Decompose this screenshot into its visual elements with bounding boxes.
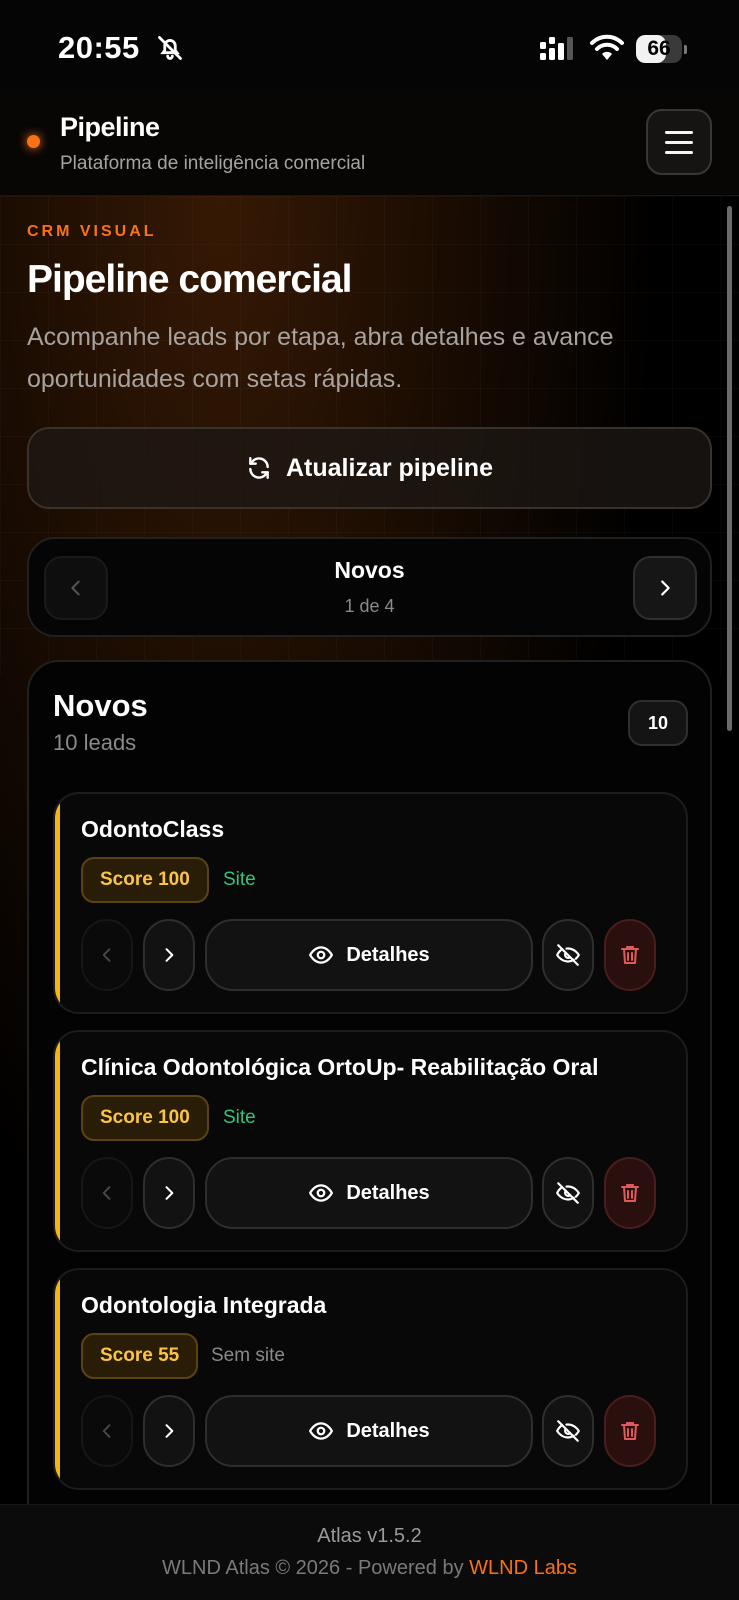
app-version: Atlas v1.5.2 <box>317 1525 422 1547</box>
battery-level-text: 66 <box>647 37 671 60</box>
refresh-pipeline-button[interactable]: Atualizar pipeline <box>27 427 712 509</box>
column-subtitle: 10 leads <box>53 730 137 755</box>
eye-off-icon <box>556 1182 580 1204</box>
chevron-left-icon <box>102 1424 111 1438</box>
eye-icon <box>309 1184 334 1202</box>
status-dot <box>27 135 40 148</box>
move-forward-button[interactable] <box>143 919 195 991</box>
lead-name: Odontologia Integrada <box>81 1292 327 1318</box>
chevron-right-icon <box>165 1186 174 1200</box>
eye-icon <box>309 1422 334 1440</box>
page-title: Pipeline comercial <box>27 258 352 301</box>
site-status: Site <box>223 1107 256 1128</box>
app-title: Pipeline <box>60 112 160 142</box>
delete-lead-button[interactable] <box>604 1157 656 1229</box>
stage-navigator: Novos 1 de 4 <box>27 537 712 637</box>
lead-card[interactable]: OdontoClass Score 100 Site Detalhes <box>53 792 688 1014</box>
trash-icon <box>621 1184 639 1202</box>
status-bar: 20:55 66 <box>0 0 739 90</box>
move-back-button[interactable] <box>81 1395 133 1467</box>
move-back-button[interactable] <box>81 919 133 991</box>
hide-lead-button[interactable] <box>542 1157 594 1229</box>
card-accent-bar <box>55 1032 60 1250</box>
site-status: Site <box>223 869 256 890</box>
details-label: Detalhes <box>346 1419 430 1442</box>
copyright-text: WLND Atlas © 2026 - Powered by <box>162 1557 464 1579</box>
delete-lead-button[interactable] <box>604 919 656 991</box>
eye-icon <box>309 946 334 964</box>
app-header: Pipeline Plataforma de inteligência come… <box>0 90 739 196</box>
chevron-right-icon <box>165 1424 174 1438</box>
eye-off-icon <box>556 944 580 966</box>
stage-counter: 1 de 4 <box>344 596 395 616</box>
app-footer: Atlas v1.5.2 WLND Atlas © 2026 - Powered… <box>0 1504 739 1600</box>
card-accent-bar <box>55 794 60 1012</box>
scrollbar[interactable] <box>727 206 732 731</box>
copyright-line: WLND Atlas © 2026 - Powered by WLND Labs <box>0 1557 739 1580</box>
chevron-right-icon <box>165 948 174 962</box>
wifi-icon <box>590 34 624 60</box>
chevron-right-icon <box>661 580 670 596</box>
chevron-left-icon <box>102 948 111 962</box>
chevron-left-icon <box>102 1186 111 1200</box>
lead-card[interactable]: Odontologia Integrada Score 55 Sem site … <box>53 1268 688 1490</box>
lead-name: OdontoClass <box>81 816 225 842</box>
score-badge: Score 100 <box>81 1095 209 1141</box>
hide-lead-button[interactable] <box>542 1395 594 1467</box>
brand-link[interactable]: WLND Labs <box>469 1557 577 1579</box>
trash-icon <box>621 1422 639 1440</box>
hamburger-menu-icon <box>665 130 693 134</box>
details-button[interactable]: Detalhes <box>205 919 533 991</box>
details-label: Detalhes <box>346 943 430 966</box>
refresh-pipeline-label: Atualizar pipeline <box>286 453 493 482</box>
pipeline-column: Novos 10 leads 10 OdontoClass Score 100 … <box>27 660 712 1504</box>
details-label: Detalhes <box>346 1181 430 1204</box>
trash-icon <box>621 946 639 964</box>
lead-name: Clínica Odontológica OrtoUp- Reabilitaçã… <box>81 1054 599 1080</box>
details-button[interactable]: Detalhes <box>205 1395 533 1467</box>
details-button[interactable]: Detalhes <box>205 1157 533 1229</box>
card-accent-bar <box>55 1270 60 1488</box>
delete-lead-button[interactable] <box>604 1395 656 1467</box>
status-time: 20:55 <box>58 30 140 65</box>
hide-lead-button[interactable] <box>542 919 594 991</box>
next-stage-button[interactable] <box>633 556 697 620</box>
battery-icon: 66 <box>636 35 687 63</box>
column-count-badge: 10 <box>628 700 688 746</box>
bell-muted-icon <box>158 36 182 60</box>
column-title: Novos <box>53 688 148 723</box>
eye-off-icon <box>556 1420 580 1442</box>
main-content[interactable]: CRM VISUAL Pipeline comercial Acompanhe … <box>0 196 739 1504</box>
page-description: Acompanhe leads por etapa, abra detalhes… <box>27 323 614 393</box>
move-forward-button[interactable] <box>143 1157 195 1229</box>
move-forward-button[interactable] <box>143 1395 195 1467</box>
score-badge: Score 55 <box>81 1333 199 1379</box>
score-badge: Score 100 <box>81 857 209 903</box>
site-status: Sem site <box>211 1345 285 1366</box>
stage-title: Novos <box>334 557 405 583</box>
move-back-button[interactable] <box>81 1157 133 1229</box>
lead-card[interactable]: Clínica Odontológica OrtoUp- Reabilitaçã… <box>53 1030 688 1252</box>
menu-button[interactable] <box>646 109 712 175</box>
cellular-signal-icon <box>540 37 573 60</box>
app-subtitle: Plataforma de inteligência comercial <box>60 153 366 174</box>
section-eyebrow: CRM VISUAL <box>27 223 157 240</box>
refresh-icon <box>249 457 269 479</box>
